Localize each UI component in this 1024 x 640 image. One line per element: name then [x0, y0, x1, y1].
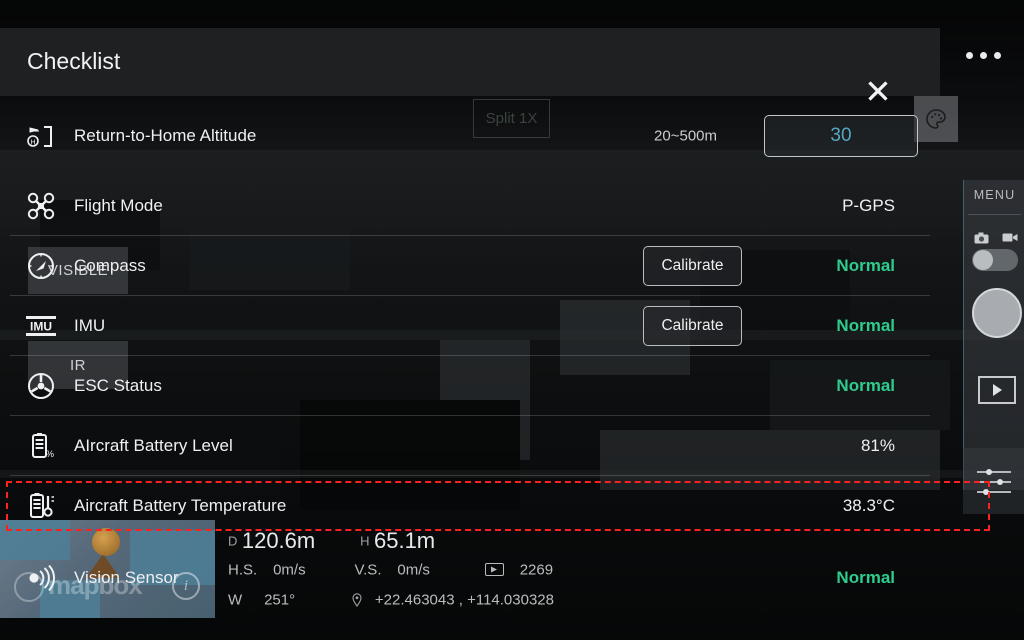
- row-label: Return-to-Home Altitude: [74, 126, 257, 145]
- table-row[interactable]: % AIrcraft Battery Level 81%: [0, 416, 940, 476]
- menu-button[interactable]: MENU: [964, 188, 1024, 202]
- playback-icon[interactable]: [978, 376, 1016, 404]
- row-status: Normal: [836, 256, 895, 275]
- camera-photo-icon[interactable]: [974, 232, 989, 244]
- row-value: 81%: [860, 436, 895, 455]
- table-row[interactable]: Flight Mode P-GPS: [0, 176, 940, 236]
- checklist-dialog: Checklist ✕ H Return-to-Home Altitude 20…: [0, 28, 940, 640]
- imu-calibrate-button[interactable]: Calibrate: [643, 306, 742, 346]
- more-options-icon[interactable]: [966, 46, 1010, 64]
- table-row[interactable]: IMU IMU Calibrate Normal: [0, 296, 940, 356]
- battery-percent-icon: %: [24, 429, 58, 463]
- compass-calibrate-button[interactable]: Calibrate: [643, 246, 742, 286]
- rail-divider: [968, 214, 1021, 215]
- altitude-input[interactable]: 30: [764, 115, 918, 157]
- altitude-value: 30: [830, 125, 852, 146]
- svg-text:IMU: IMU: [30, 320, 52, 334]
- row-label: Flight Mode: [74, 196, 163, 215]
- row-label: ESC Status: [74, 376, 162, 395]
- drone-app-screen: Split 1X VISIBLE IR mapbox i D 120.6m H …: [0, 0, 1024, 640]
- shutter-button[interactable]: [972, 288, 1022, 338]
- row-label: IMU: [74, 316, 106, 335]
- return-to-home-altitude-icon: H: [24, 119, 58, 153]
- camera-control-rail: MENU: [963, 180, 1024, 490]
- compass-icon: [24, 249, 58, 283]
- play-triangle: [992, 384, 1002, 396]
- photo-video-toggle[interactable]: [972, 249, 1018, 271]
- drone-icon: [24, 189, 58, 223]
- svg-text:%: %: [46, 449, 54, 459]
- row-status: Normal: [836, 316, 895, 335]
- dialog-header: Checklist: [0, 28, 940, 96]
- table-row[interactable]: H Return-to-Home Altitude 20~500m 30: [0, 106, 940, 166]
- row-label: Vision Sensor: [74, 568, 179, 587]
- highlight-annotation: [6, 481, 990, 531]
- table-row[interactable]: Vision Sensor Normal: [0, 548, 940, 608]
- imu-icon: IMU: [24, 309, 58, 343]
- table-row[interactable]: ESC Status Normal: [0, 356, 940, 416]
- altitude-range-label: 20~500m: [654, 127, 717, 145]
- row-label: Compass: [74, 256, 146, 275]
- page-title: Checklist: [27, 48, 121, 74]
- vision-sensor-icon: [24, 561, 58, 595]
- toggle-knob: [973, 250, 993, 270]
- row-label: AIrcraft Battery Level: [74, 436, 233, 455]
- row-status: Normal: [836, 568, 895, 587]
- row-value: P-GPS: [842, 196, 895, 215]
- camera-video-icon[interactable]: [1002, 232, 1018, 243]
- esc-icon: [24, 369, 58, 403]
- row-status: Normal: [836, 376, 895, 395]
- table-row[interactable]: Compass Calibrate Normal: [0, 236, 940, 296]
- svg-text:H: H: [30, 140, 35, 147]
